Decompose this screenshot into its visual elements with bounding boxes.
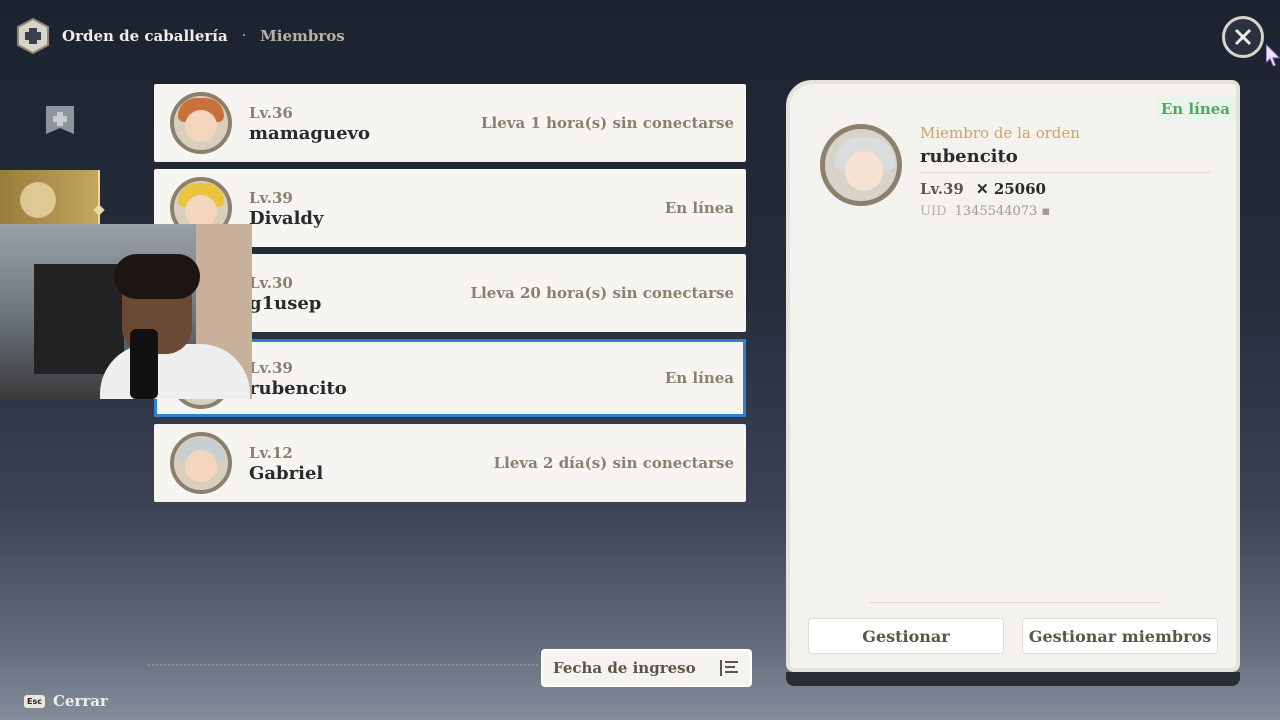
member-level: Lv.12: [249, 444, 293, 462]
members-tab-icon: [20, 182, 56, 218]
member-avatar: [170, 432, 232, 494]
power-number: 25060: [993, 180, 1046, 198]
manage-button[interactable]: Gestionar: [808, 618, 1004, 654]
copy-icon[interactable]: ▪: [1042, 204, 1051, 219]
detail-level: Lv.39: [920, 180, 964, 198]
sort-icon: [720, 660, 738, 676]
member-level: Lv.30: [249, 274, 293, 292]
member-status: Lleva 1 hora(s) sin conectarse: [480, 114, 734, 132]
ornament-divider: [870, 602, 1160, 603]
member-detail-panel: En línea Miembro de la orden rubencito L…: [786, 80, 1240, 672]
close-label: Cerrar: [52, 692, 108, 710]
member-level: Lv.36: [249, 104, 293, 122]
uid-label: UID: [920, 204, 947, 219]
member-name: mamaguevo: [249, 123, 371, 144]
member-role: Miembro de la orden: [920, 124, 1080, 142]
member-status: Lleva 2 día(s) sin conectarse: [493, 454, 734, 472]
title-separator: ·: [241, 28, 247, 44]
sort-label: Fecha de ingreso: [553, 659, 696, 677]
member-status: En línea: [664, 199, 734, 217]
page-title: Orden de caballería: [62, 27, 228, 45]
webcam-overlay: [0, 224, 252, 399]
detail-avatar: [820, 124, 902, 206]
header: Orden de caballería · Miembros: [14, 14, 345, 58]
dotted-divider: [148, 664, 538, 666]
member-status: En línea: [664, 369, 734, 387]
esc-key-icon: Esc: [24, 694, 45, 708]
order-emblem-icon: [14, 17, 52, 55]
member-avatar: [170, 92, 232, 154]
member-level: Lv.39: [249, 189, 293, 207]
member-name: Divaldy: [249, 208, 324, 229]
close-button[interactable]: [1222, 16, 1264, 58]
member-name: g1usep: [249, 293, 322, 314]
cursor-icon: [1266, 44, 1280, 66]
member-name: rubencito: [249, 378, 347, 399]
page-subtitle: Miembros: [260, 27, 345, 45]
member-status: Lleva 20 hora(s) sin conectarse: [470, 284, 734, 302]
power-icon: ✕: [976, 180, 989, 198]
uid-display[interactable]: UID 1345544073 ▪: [920, 204, 1050, 219]
uid-value: 1345544073: [954, 204, 1038, 219]
online-badge: En línea: [1154, 96, 1236, 122]
sidebar-tab-members[interactable]: [0, 170, 100, 228]
manage-members-button[interactable]: Gestionar miembros: [1022, 618, 1218, 654]
detail-panel-base: [786, 672, 1240, 686]
sort-button[interactable]: Fecha de ingreso: [541, 649, 752, 687]
power-value: ✕ 25060: [976, 180, 1046, 198]
escape-close[interactable]: Esc Cerrar: [24, 692, 108, 710]
detail-member-name: rubencito: [920, 146, 1018, 167]
member-name: Gabriel: [249, 463, 324, 484]
member-row[interactable]: Lv.12 Gabriel Lleva 2 día(s) sin conecta…: [154, 424, 746, 502]
member-row[interactable]: Lv.36 mamaguevo Lleva 1 hora(s) sin cone…: [154, 84, 746, 162]
sidebar-banner-icon[interactable]: [40, 100, 80, 140]
member-level: Lv.39: [249, 359, 293, 377]
detail-divider: [920, 172, 1210, 173]
close-icon: [1234, 28, 1252, 46]
